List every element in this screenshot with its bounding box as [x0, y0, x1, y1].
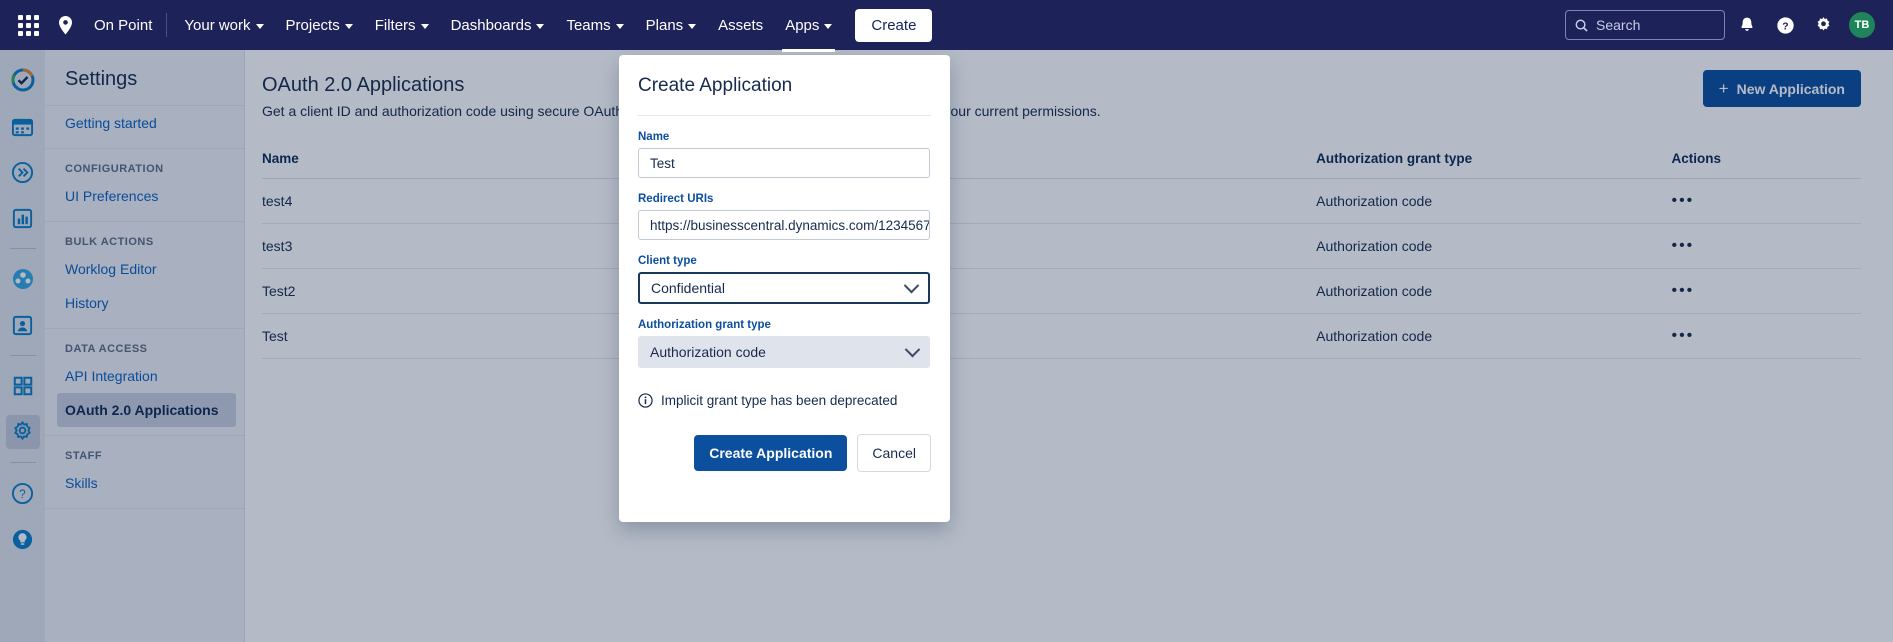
deprecation-note-text: Implicit grant type has been deprecated	[661, 393, 897, 408]
chevron-down-icon	[345, 24, 353, 29]
app-root: On Point Your work Projects Filters Dash…	[0, 0, 1893, 642]
chevron-down-icon	[256, 24, 264, 29]
nav-item-label: Projects	[286, 17, 340, 34]
nav-left-group: On Point Your work Projects Filters Dash…	[0, 0, 932, 50]
nav-item-label: Dashboards	[451, 17, 532, 34]
bell-icon	[1738, 16, 1756, 34]
nav-item-projects[interactable]: Projects	[275, 10, 364, 41]
nav-item-filters[interactable]: Filters	[364, 10, 440, 41]
create-application-dialog: Create Application Name Test Redirect UR…	[619, 55, 950, 522]
chevron-down-icon	[536, 24, 544, 29]
cancel-button[interactable]: Cancel	[857, 434, 931, 472]
search-icon	[1575, 19, 1588, 32]
client-type-select[interactable]: Confidential	[638, 272, 930, 304]
client-type-value: Confidential	[651, 280, 725, 296]
chevron-down-icon	[688, 24, 696, 29]
question-circle-icon: ?	[1776, 16, 1795, 35]
field-redirect-uris: Redirect URIs https://businesscentral.dy…	[638, 193, 931, 240]
app-switcher-button[interactable]	[8, 0, 48, 50]
nav-item-label: Your work	[184, 17, 250, 34]
nav-item-label: Apps	[785, 17, 819, 34]
create-application-submit-button[interactable]: Create Application	[694, 435, 847, 471]
field-label-client-type: Client type	[638, 255, 931, 267]
nav-item-apps[interactable]: Apps	[774, 10, 843, 41]
nav-item-teams[interactable]: Teams	[555, 10, 634, 41]
search-input[interactable]: Search	[1565, 10, 1725, 40]
svg-text:?: ?	[1782, 21, 1788, 32]
nav-item-assets[interactable]: Assets	[707, 10, 774, 41]
location-pin-button[interactable]	[48, 0, 82, 50]
create-button[interactable]: Create	[855, 9, 932, 42]
field-label-grant-type: Authorization grant type	[638, 319, 931, 331]
field-label-redirect-uris: Redirect URIs	[638, 193, 931, 205]
nav-divider	[166, 13, 167, 37]
grant-type-select[interactable]: Authorization code	[638, 336, 930, 368]
chevron-down-icon	[904, 277, 920, 293]
dialog-actions: Create Application Cancel	[638, 434, 931, 472]
nav-item-label: Plans	[646, 17, 684, 34]
nav-item-plans[interactable]: Plans	[635, 10, 708, 41]
location-pin-icon	[58, 16, 73, 35]
nav-item-label: Filters	[375, 17, 416, 34]
nav-item-your-work[interactable]: Your work	[173, 10, 274, 41]
brand-name[interactable]: On Point	[82, 17, 166, 34]
deprecation-note: Implicit grant type has been deprecated	[638, 393, 931, 408]
redirect-uris-input[interactable]: https://businesscentral.dynamics.com/123…	[638, 210, 930, 240]
nav-right-group: Search ? TB	[1565, 9, 1893, 41]
nav-item-dashboards[interactable]: Dashboards	[440, 10, 556, 41]
top-navigation-bar: On Point Your work Projects Filters Dash…	[0, 0, 1893, 50]
field-grant-type: Authorization grant type Authorization c…	[638, 319, 931, 368]
info-circle-icon	[638, 393, 653, 408]
chevron-down-icon	[421, 24, 429, 29]
notifications-button[interactable]	[1731, 9, 1763, 41]
search-placeholder: Search	[1596, 17, 1715, 33]
grant-type-value: Authorization code	[650, 344, 766, 360]
chevron-down-icon	[905, 341, 921, 357]
avatar[interactable]: TB	[1849, 12, 1875, 38]
settings-button[interactable]	[1807, 9, 1839, 41]
field-label-name: Name	[638, 131, 931, 143]
gear-icon	[1814, 16, 1833, 35]
field-client-type: Client type Confidential	[638, 255, 931, 304]
dialog-title-divider	[638, 115, 931, 116]
chevron-down-icon	[824, 24, 832, 29]
dialog-title: Create Application	[638, 55, 931, 115]
nav-item-label: Assets	[718, 17, 763, 34]
field-name: Name Test	[638, 131, 931, 178]
name-input[interactable]: Test	[638, 148, 930, 178]
grid-apps-icon	[18, 15, 39, 36]
help-button[interactable]: ?	[1769, 9, 1801, 41]
chevron-down-icon	[616, 24, 624, 29]
nav-item-label: Teams	[566, 17, 610, 34]
